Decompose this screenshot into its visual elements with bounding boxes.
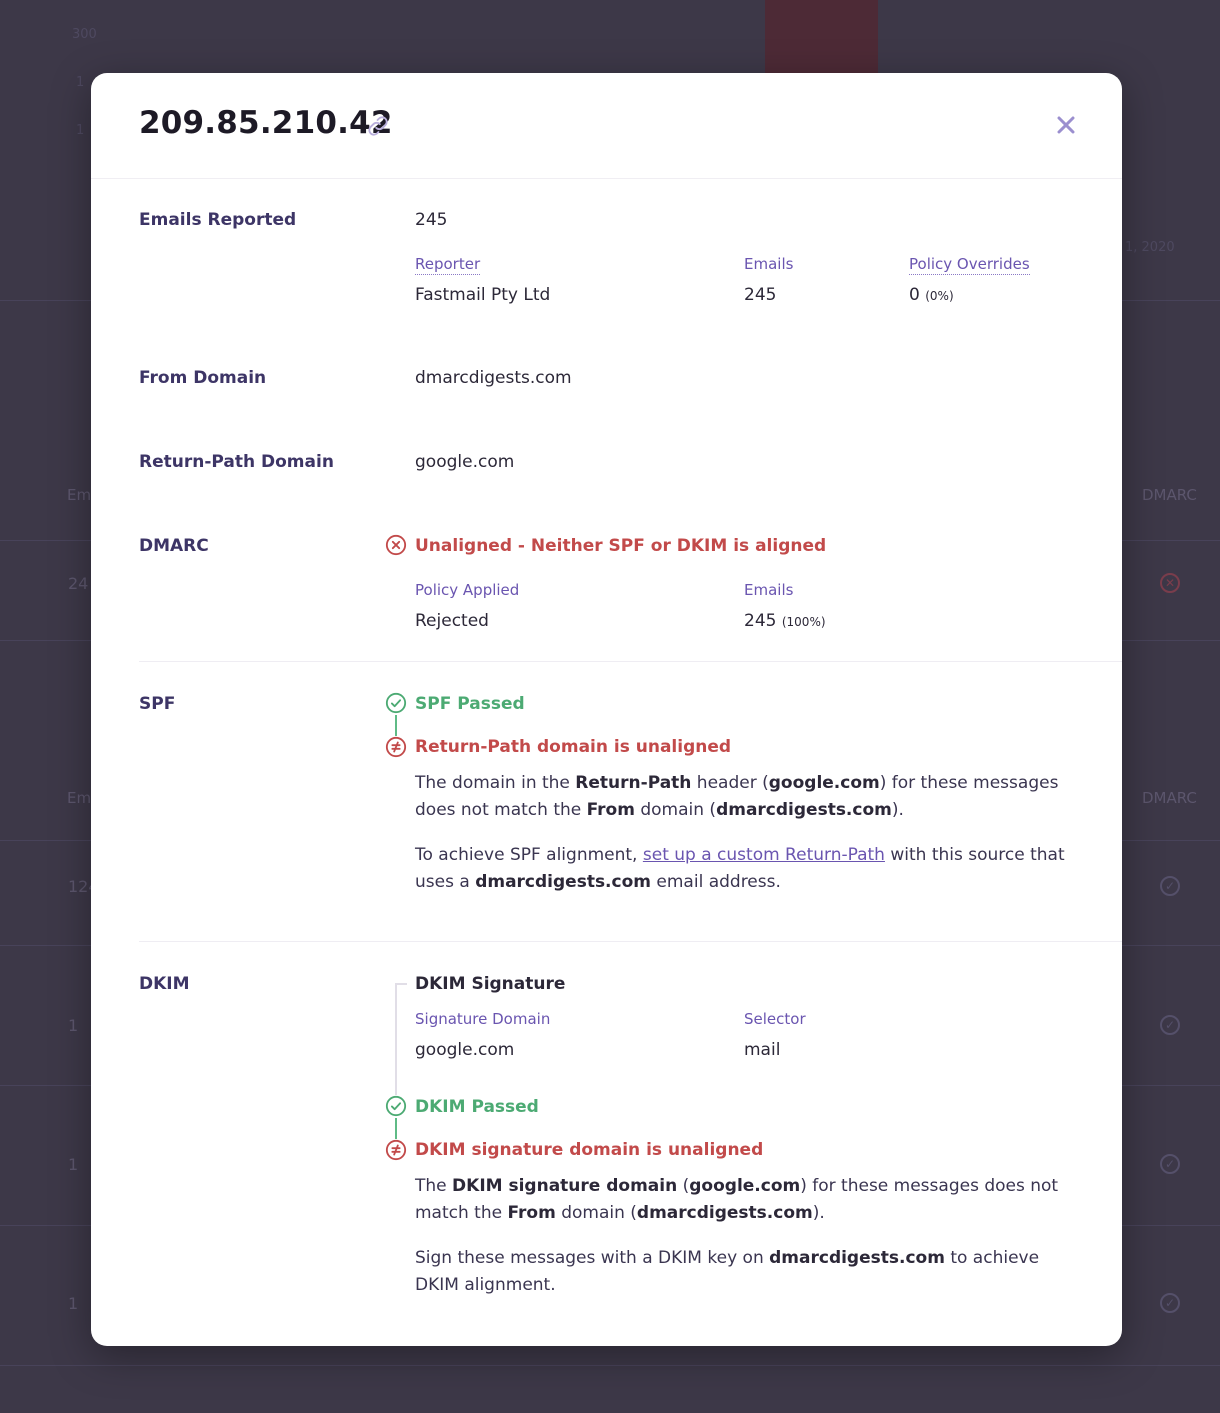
modal-header: 209.85.210.42 bbox=[91, 73, 1122, 179]
x-circle-icon bbox=[385, 534, 407, 556]
dmarc-emails-pct: (100%) bbox=[781, 615, 826, 629]
background-axis-label: 1 bbox=[76, 75, 85, 90]
selector-value: mail bbox=[744, 1040, 781, 1060]
return-path-domain-value: google.com bbox=[415, 452, 515, 472]
selector-label: Selector bbox=[744, 1010, 806, 1028]
background-date: 1, 2020 bbox=[1125, 240, 1175, 255]
background-row-value: 1 bbox=[68, 1155, 79, 1174]
background-col-header: Em bbox=[67, 486, 92, 504]
from-domain-label: From Domain bbox=[139, 368, 267, 388]
link-icon[interactable] bbox=[367, 115, 389, 137]
background-row-value: 1 bbox=[68, 1016, 79, 1035]
custom-return-path-link[interactable]: set up a custom Return-Path bbox=[643, 845, 885, 865]
return-path-domain-label: Return-Path Domain bbox=[139, 452, 334, 472]
check-circle-icon: ✓ bbox=[1160, 1154, 1180, 1174]
background-col-header: DMARC bbox=[1142, 789, 1197, 807]
dmarc-emails-count: 245 bbox=[744, 611, 777, 631]
check-circle-icon: ✓ bbox=[1160, 876, 1180, 896]
spf-passed-status: SPF Passed bbox=[415, 694, 525, 714]
section-divider bbox=[139, 661, 1122, 662]
section-divider bbox=[139, 941, 1122, 942]
background-chart-bar bbox=[765, 0, 878, 75]
x-circle-icon: ✕ bbox=[1160, 573, 1180, 593]
dkim-remediation: Sign these messages with a DKIM key on d… bbox=[415, 1248, 1040, 1295]
policy-applied-value: Rejected bbox=[415, 611, 489, 631]
dmarc-label: DMARC bbox=[139, 536, 209, 556]
reporter-value: Fastmail Pty Ltd bbox=[415, 285, 551, 305]
emails-label: Emails bbox=[744, 255, 794, 273]
background-row-value: 1 bbox=[68, 1294, 79, 1313]
dkim-tree-line bbox=[395, 983, 397, 1095]
close-icon[interactable] bbox=[1054, 113, 1078, 137]
background-row-value: 24 bbox=[68, 574, 89, 593]
signature-domain-label: Signature Domain bbox=[415, 1010, 551, 1028]
reporter-label[interactable]: Reporter bbox=[415, 255, 481, 275]
spf-explanation: The domain in the Return-Path header (go… bbox=[415, 773, 1059, 820]
emails-reported-value: 245 bbox=[415, 210, 448, 230]
check-circle-icon bbox=[385, 1095, 407, 1117]
policy-overrides-value: 0 (0%) bbox=[909, 285, 954, 305]
check-circle-icon bbox=[385, 692, 407, 714]
modal-title: 209.85.210.42 bbox=[139, 105, 393, 141]
check-circle-icon: ✓ bbox=[1160, 1015, 1180, 1035]
emails-value: 245 bbox=[744, 285, 777, 305]
background-col-header: Em bbox=[67, 789, 92, 807]
emails-reported-label: Emails Reported bbox=[139, 210, 297, 230]
policy-overrides-count: 0 bbox=[909, 285, 920, 305]
dkim-passed-status: DKIM Passed bbox=[415, 1097, 539, 1117]
policy-overrides-label[interactable]: Policy Overrides bbox=[909, 255, 1030, 275]
not-equal-circle-icon bbox=[385, 1139, 407, 1161]
dkim-explanation: The DKIM signature domain (google.com) f… bbox=[415, 1176, 1059, 1223]
dkim-label: DKIM bbox=[139, 974, 190, 994]
dmarc-emails-value: 245 (100%) bbox=[744, 611, 826, 631]
dkim-unaligned-status: DKIM signature domain is unaligned bbox=[415, 1140, 764, 1160]
signature-domain-value: google.com bbox=[415, 1040, 515, 1060]
spf-connector-line bbox=[395, 715, 397, 736]
background-axis-label: 300 bbox=[72, 27, 97, 42]
ip-detail-modal: 209.85.210.42 Emails Reported 245 Report… bbox=[91, 73, 1122, 1346]
spf-remediation: To achieve SPF alignment, set up a custo… bbox=[415, 845, 1065, 892]
policy-applied-label: Policy Applied bbox=[415, 581, 520, 599]
not-equal-circle-icon bbox=[385, 736, 407, 758]
from-domain-value: dmarcdigests.com bbox=[415, 368, 572, 388]
dmarc-status: Unaligned - Neither SPF or DKIM is align… bbox=[415, 536, 827, 556]
spf-unaligned-status: Return-Path domain is unaligned bbox=[415, 737, 732, 757]
dkim-connector-line bbox=[395, 1118, 397, 1139]
background-col-header: DMARC bbox=[1142, 486, 1197, 504]
background-axis-label: 1 bbox=[76, 123, 85, 138]
dmarc-emails-label: Emails bbox=[744, 581, 794, 599]
spf-label: SPF bbox=[139, 694, 176, 714]
policy-overrides-pct: (0%) bbox=[925, 289, 954, 303]
dkim-signature-title: DKIM Signature bbox=[415, 974, 566, 994]
check-circle-icon: ✓ bbox=[1160, 1293, 1180, 1313]
